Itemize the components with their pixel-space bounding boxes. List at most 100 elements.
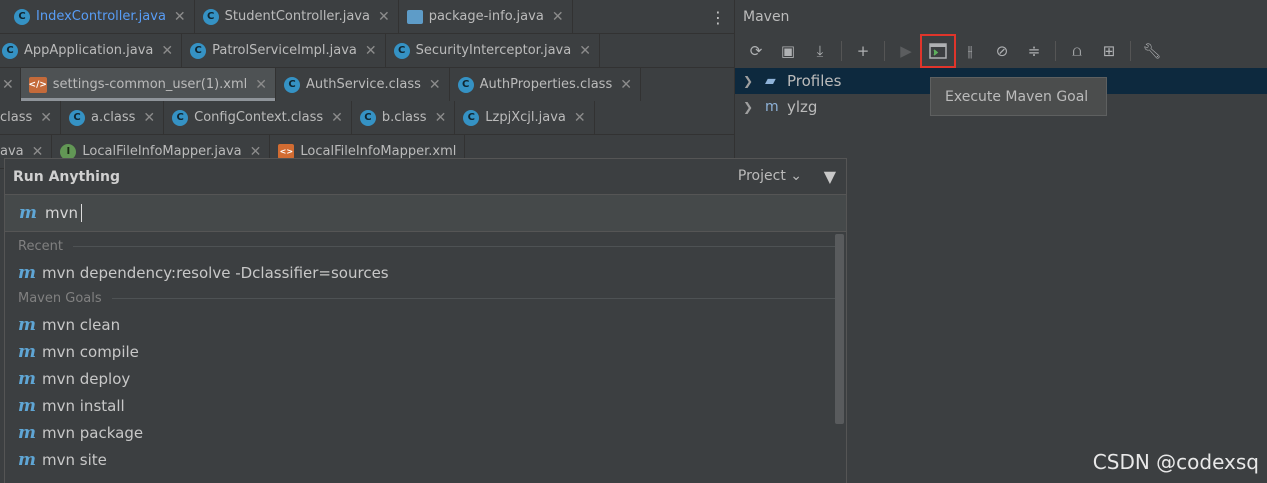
- close-icon[interactable]: ✕: [552, 9, 564, 25]
- tab-label: settings-common_user(1).xml: [52, 77, 248, 92]
- tab-overflow-left[interactable]: ✕: [0, 68, 21, 101]
- input-value: mvn: [45, 204, 78, 222]
- filter-icon[interactable]: ▼: [824, 167, 836, 186]
- class-icon: C: [284, 76, 300, 93]
- editor-tab-row-4: class ✕ C a.class ✕ C ConfigContext.clas…: [0, 101, 734, 135]
- scope-label: Project: [737, 168, 786, 184]
- tab-patrol-service-impl[interactable]: C PatrolServiceImpl.java ✕: [182, 34, 386, 67]
- tab-b-class[interactable]: C b.class ✕: [352, 101, 456, 134]
- class-icon: C: [463, 109, 480, 126]
- tab-app-application[interactable]: C AppApplication.java ✕: [0, 34, 183, 67]
- class-icon: C: [69, 109, 86, 126]
- group-header-recent: Recent: [5, 234, 836, 259]
- run-anything-popup: Run Anything Project ⌄ ▼ m mvn Recent m …: [4, 158, 847, 483]
- tab-lzpjxcjl[interactable]: C LzpjXcjl.java ✕: [455, 101, 595, 134]
- close-icon[interactable]: ✕: [435, 110, 447, 126]
- close-icon[interactable]: ✕: [365, 43, 377, 59]
- collapse-all-icon[interactable]: ≑: [1019, 37, 1049, 65]
- run-icon[interactable]: ▶: [891, 37, 921, 65]
- list-item[interactable]: m mvn site: [5, 446, 836, 473]
- list-item-label: mvn install: [42, 396, 125, 415]
- scrollbar[interactable]: [835, 234, 844, 424]
- download-icon[interactable]: ⤓: [805, 37, 835, 65]
- generate-sources-icon[interactable]: ▣: [773, 37, 803, 65]
- close-icon[interactable]: ✕: [574, 110, 586, 126]
- run-anything-input[interactable]: m mvn: [5, 195, 846, 232]
- list-item[interactable]: m mvn compile: [5, 338, 836, 365]
- list-item[interactable]: m mvn install: [5, 392, 836, 419]
- xml-file-icon: </>: [29, 76, 47, 93]
- tab-index-controller[interactable]: C IndexController.java ✕: [0, 0, 195, 33]
- editor-tab-row-2: C AppApplication.java ✕ C PatrolServiceI…: [0, 34, 734, 68]
- list-item-label: mvn compile: [42, 342, 139, 361]
- list-item[interactable]: m mvn dependency:resolve -Dclassifier=so…: [5, 259, 836, 286]
- tab-label: ConfigContext.class: [194, 110, 324, 125]
- maven-icon: m: [18, 449, 36, 470]
- list-item[interactable]: m mvn deploy: [5, 365, 836, 392]
- reload-icon[interactable]: ⟳: [741, 37, 771, 65]
- toolbar-divider: [1130, 41, 1131, 61]
- text-caret: [81, 204, 82, 222]
- show-dependencies-icon[interactable]: ⩍: [1062, 37, 1092, 65]
- tab-a-class[interactable]: C a.class ✕: [61, 101, 165, 134]
- close-icon[interactable]: ✕: [429, 77, 441, 93]
- close-icon[interactable]: ✕: [620, 77, 632, 93]
- maven-panel-title: Maven: [743, 9, 790, 25]
- tab-class-partial[interactable]: class ✕: [0, 101, 62, 134]
- maven-icon: m: [18, 341, 36, 362]
- tab-package-info[interactable]: package-info.java ✕: [399, 0, 573, 33]
- wrench-settings-icon[interactable]: 🔧︎: [1137, 37, 1167, 65]
- close-icon[interactable]: ✕: [40, 110, 52, 126]
- tab-label: LocalFileInfoMapper.java: [82, 144, 242, 159]
- class-icon: C: [393, 42, 410, 59]
- class-icon: C: [202, 8, 219, 25]
- maven-icon: m: [18, 395, 36, 416]
- more-tabs-icon[interactable]: ⋮: [702, 0, 734, 33]
- tab-auth-properties[interactable]: C AuthProperties.class ✕: [450, 68, 641, 101]
- profiles-folder-icon: ▰: [765, 73, 776, 89]
- toggle-offline-icon[interactable]: ⫲: [955, 37, 985, 65]
- add-project-icon[interactable]: +: [848, 37, 878, 65]
- close-icon[interactable]: ✕: [378, 9, 390, 25]
- list-item-label: mvn dependency:resolve -Dclassifier=sour…: [42, 263, 389, 282]
- maven-icon: m: [18, 368, 36, 389]
- scope-dropdown[interactable]: Project ⌄: [738, 168, 802, 184]
- tab-label: AuthProperties.class: [479, 77, 613, 92]
- tab-settings-xml[interactable]: </> settings-common_user(1).xml ✕: [20, 68, 276, 101]
- tab-label: StudentController.java: [224, 9, 370, 24]
- close-icon[interactable]: ✕: [2, 77, 14, 93]
- expand-all-icon[interactable]: ⊞: [1094, 37, 1124, 65]
- tab-label: AppApplication.java: [24, 43, 154, 58]
- close-icon[interactable]: ✕: [143, 110, 155, 126]
- maven-icon: m: [18, 422, 36, 443]
- close-icon[interactable]: ✕: [331, 110, 343, 126]
- tab-label: ava: [0, 144, 24, 159]
- maven-module-icon: m: [765, 99, 779, 115]
- tab-label: SecurityInterceptor.java: [415, 43, 572, 58]
- terminal-icon: [929, 43, 947, 59]
- chevron-right-icon[interactable]: ❯: [743, 74, 759, 88]
- list-item[interactable]: m mvn package: [5, 419, 836, 446]
- close-icon[interactable]: ✕: [579, 43, 591, 59]
- toolbar-divider: [1055, 41, 1056, 61]
- tab-label: LocalFileInfoMapper.xml: [300, 144, 457, 159]
- tab-label: PatrolServiceImpl.java: [212, 43, 357, 58]
- close-icon[interactable]: ✕: [255, 77, 267, 93]
- tab-label: class: [0, 110, 33, 125]
- list-item[interactable]: m mvn clean: [5, 311, 836, 338]
- group-header-label: Maven Goals: [18, 291, 102, 306]
- editor-tab-row-1: C IndexController.java ✕ C StudentContro…: [0, 0, 734, 34]
- watermark: CSDN @codexsq: [1092, 450, 1259, 474]
- chevron-right-icon[interactable]: ❯: [743, 100, 759, 114]
- close-icon[interactable]: ✕: [161, 43, 173, 59]
- tab-student-controller[interactable]: C StudentController.java ✕: [195, 0, 399, 33]
- toolbar-divider: [841, 41, 842, 61]
- skip-tests-icon[interactable]: ⊘: [987, 37, 1017, 65]
- tab-config-context[interactable]: C ConfigContext.class ✕: [164, 101, 352, 134]
- tab-security-interceptor[interactable]: C SecurityInterceptor.java ✕: [386, 34, 600, 67]
- tab-auth-service[interactable]: C AuthService.class ✕: [276, 68, 450, 101]
- list-item-label: mvn clean: [42, 315, 121, 334]
- execute-maven-goal-button[interactable]: [920, 34, 956, 68]
- close-icon[interactable]: ✕: [174, 9, 186, 25]
- class-icon: C: [14, 8, 30, 25]
